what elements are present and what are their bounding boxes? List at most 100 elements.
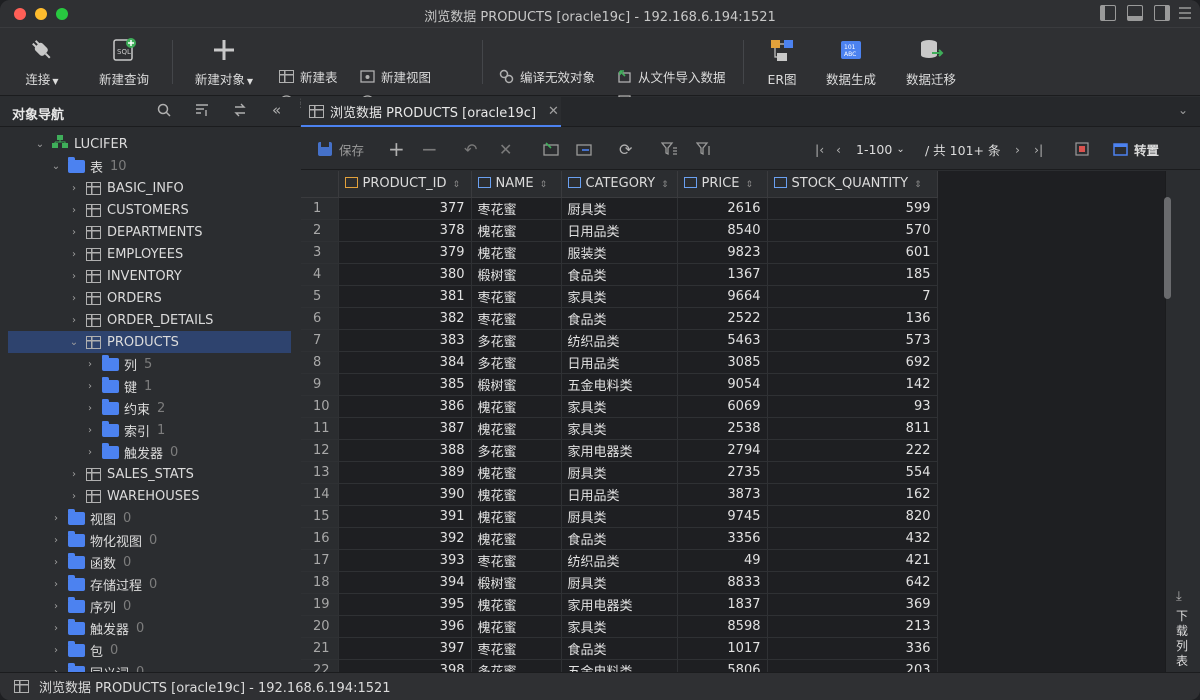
er-diagram-button[interactable]: ER图 xyxy=(760,28,804,96)
collapse-panel-icon[interactable]: « xyxy=(272,101,281,119)
cell-price[interactable]: 8833 xyxy=(677,571,768,594)
cell-product_id[interactable]: 391 xyxy=(338,505,472,528)
tree-item-lucifer[interactable]: ⌄ LUCIFER xyxy=(8,133,291,155)
cell-price[interactable]: 9823 xyxy=(677,241,768,264)
cell-price[interactable]: 9664 xyxy=(677,285,768,308)
chevron-icon[interactable]: › xyxy=(84,425,96,436)
new-query-button[interactable]: SQL 新建查询 xyxy=(92,28,156,96)
stop-icon[interactable] xyxy=(1075,139,1089,159)
download-icon[interactable]: ⤓ xyxy=(1176,589,1182,604)
cell-product_id[interactable]: 380 xyxy=(338,263,472,286)
last-page-icon[interactable]: ›| xyxy=(1034,139,1043,159)
chevron-icon[interactable]: › xyxy=(68,315,80,326)
tree-item-触发器[interactable]: › 触发器 0 xyxy=(8,617,291,639)
table-row[interactable]: 1 377 枣花蜜 厨具类 2616 599 xyxy=(301,197,938,220)
cell-name[interactable]: 槐花蜜 xyxy=(471,615,562,638)
cell-price[interactable]: 5463 xyxy=(677,329,768,352)
table-row[interactable]: 14 390 槐花蜜 日用品类 3873 162 xyxy=(301,483,938,506)
cell-category[interactable]: 食品类 xyxy=(561,263,678,286)
cell-name[interactable]: 槐花蜜 xyxy=(471,241,562,264)
tree-item-存储过程[interactable]: › 存储过程 0 xyxy=(8,573,291,595)
tree-item-inventory[interactable]: › INVENTORY xyxy=(8,265,291,287)
chevron-icon[interactable]: › xyxy=(50,535,62,546)
table-row[interactable]: 17 393 枣花蜜 纺织品类 49 421 xyxy=(301,549,938,572)
cell-category[interactable]: 家具类 xyxy=(561,395,678,418)
cell-price[interactable]: 3356 xyxy=(677,527,768,550)
tree-item-departments[interactable]: › DEPARTMENTS xyxy=(8,221,291,243)
table-row[interactable]: 8 384 多花蜜 日用品类 3085 692 xyxy=(301,351,938,374)
cell-price[interactable]: 8540 xyxy=(677,219,768,242)
tree-item-products[interactable]: ⌄ PRODUCTS xyxy=(8,331,291,353)
cell-stock_quantity[interactable]: 432 xyxy=(767,527,938,550)
chevron-icon[interactable]: › xyxy=(68,469,80,480)
tab-list-chevron-icon[interactable]: ⌄ xyxy=(1178,103,1188,117)
tree-item-触发器[interactable]: › 触发器 0 xyxy=(8,441,291,463)
toggle-right-panel-icon[interactable] xyxy=(1154,5,1170,21)
delete-row-icon[interactable]: − xyxy=(421,137,438,161)
cell-category[interactable]: 五金电料类 xyxy=(561,373,678,396)
data-gen-button[interactable]: 101 ABC 数据生成 xyxy=(822,28,880,96)
chevron-icon[interactable]: ⌄ xyxy=(34,139,46,150)
chevron-icon[interactable]: › xyxy=(68,293,80,304)
cell-name[interactable]: 槐花蜜 xyxy=(471,505,562,528)
cell-category[interactable]: 家具类 xyxy=(561,417,678,440)
cell-product_id[interactable]: 388 xyxy=(338,439,472,462)
table-row[interactable]: 7 383 多花蜜 纺织品类 5463 573 xyxy=(301,329,938,352)
chevron-icon[interactable]: › xyxy=(50,557,62,568)
tree-item-索引[interactable]: › 索引 1 xyxy=(8,419,291,441)
cell-name[interactable]: 槐花蜜 xyxy=(471,527,562,550)
table-row[interactable]: 20 396 槐花蜜 家具类 8598 213 xyxy=(301,615,938,638)
table-row[interactable]: 19 395 槐花蜜 家用电器类 1837 369 xyxy=(301,593,938,616)
column-header-category[interactable]: CATEGORY ⇕ xyxy=(561,171,678,198)
chevron-icon[interactable]: › xyxy=(68,205,80,216)
cell-name[interactable]: 枣花蜜 xyxy=(471,307,562,330)
cell-name[interactable]: 多花蜜 xyxy=(471,329,562,352)
sort-icon[interactable] xyxy=(195,103,209,121)
tree-item-orders[interactable]: › ORDERS xyxy=(8,287,291,309)
page-range-select[interactable]: 1-100 ⌄ xyxy=(856,139,905,159)
cell-product_id[interactable]: 377 xyxy=(338,197,472,220)
table-row[interactable]: 11 387 槐花蜜 家具类 2538 811 xyxy=(301,417,938,440)
cell-price[interactable]: 2616 xyxy=(677,197,768,220)
cell-category[interactable]: 家用电器类 xyxy=(561,593,678,616)
cell-category[interactable]: 五金电料类 xyxy=(561,659,678,672)
cell-category[interactable]: 纺织品类 xyxy=(561,329,678,352)
cell-price[interactable]: 2794 xyxy=(677,439,768,462)
tree-item-函数[interactable]: › 函数 0 xyxy=(8,551,291,573)
cell-name[interactable]: 枣花蜜 xyxy=(471,549,562,572)
cell-stock_quantity[interactable]: 162 xyxy=(767,483,938,506)
cell-name[interactable]: 槐花蜜 xyxy=(471,417,562,440)
cell-product_id[interactable]: 382 xyxy=(338,307,472,330)
table-row[interactable]: 2 378 槐花蜜 日用品类 8540 570 xyxy=(301,219,938,242)
cell-stock_quantity[interactable]: 136 xyxy=(767,307,938,330)
cell-name[interactable]: 椴树蜜 xyxy=(471,373,562,396)
tree-item-warehouses[interactable]: › WAREHOUSES xyxy=(8,485,291,507)
vertical-scrollbar-thumb[interactable] xyxy=(1164,197,1171,299)
cell-product_id[interactable]: 378 xyxy=(338,219,472,242)
tree-item-视图[interactable]: › 视图 0 xyxy=(8,507,291,529)
cell-stock_quantity[interactable]: 185 xyxy=(767,263,938,286)
cell-product_id[interactable]: 392 xyxy=(338,527,472,550)
cell-product_id[interactable]: 386 xyxy=(338,395,472,418)
column-header-product_id[interactable]: PRODUCT_ID ⇕ xyxy=(338,171,472,198)
tree-item-basic_info[interactable]: › BASIC_INFO xyxy=(8,177,291,199)
cell-stock_quantity[interactable]: 213 xyxy=(767,615,938,638)
cell-stock_quantity[interactable]: 7 xyxy=(767,285,938,308)
sort-icon[interactable]: ⇕ xyxy=(540,180,548,190)
cell-product_id[interactable]: 394 xyxy=(338,571,472,594)
cell-price[interactable]: 1837 xyxy=(677,593,768,616)
cell-name[interactable]: 槐花蜜 xyxy=(471,219,562,242)
cell-price[interactable]: 1367 xyxy=(677,263,768,286)
connect-button[interactable]: 连接 ▼ xyxy=(14,28,70,96)
cell-stock_quantity[interactable]: 601 xyxy=(767,241,938,264)
cell-stock_quantity[interactable]: 203 xyxy=(767,659,938,672)
toggle-left-panel-icon[interactable] xyxy=(1100,5,1116,21)
cell-product_id[interactable]: 397 xyxy=(338,637,472,660)
table-row[interactable]: 10 386 槐花蜜 家具类 6069 93 xyxy=(301,395,938,418)
cell-stock_quantity[interactable]: 811 xyxy=(767,417,938,440)
chevron-icon[interactable]: › xyxy=(50,623,62,634)
compile-invalid-button[interactable]: 编译无效对象 xyxy=(499,66,595,86)
table-row[interactable]: 13 389 槐花蜜 厨具类 2735 554 xyxy=(301,461,938,484)
cell-price[interactable]: 3873 xyxy=(677,483,768,506)
cell-category[interactable]: 食品类 xyxy=(561,637,678,660)
